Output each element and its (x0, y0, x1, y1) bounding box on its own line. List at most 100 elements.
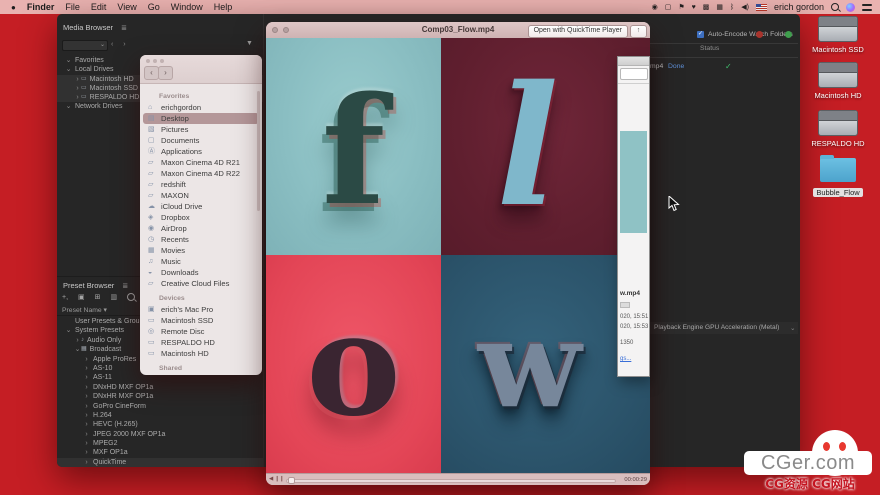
sidebar-item[interactable]: ☁ iCloud Drive (140, 201, 262, 212)
sidebar-item[interactable]: ▱ Creative Cloud Files (140, 278, 262, 289)
chevron-icon[interactable]: › (83, 383, 90, 392)
video-preview[interactable]: f l o w (266, 38, 650, 474)
sidebar-item[interactable]: Devices (140, 293, 262, 304)
sidebar-item[interactable]: ▦ Movies (140, 245, 262, 256)
sidebar-item[interactable]: ◎ Remote Disc (140, 326, 262, 337)
sidebar-item[interactable]: Favorites (140, 91, 262, 102)
sidebar-item[interactable]: ▱ Maxon Cinema 4D R21 (140, 157, 262, 168)
info-field[interactable] (620, 68, 648, 80)
rewind-icon[interactable]: ◀ ❙❙ (269, 476, 284, 482)
nav-arrows[interactable]: ‹ › (111, 41, 130, 48)
share-icon[interactable]: ↑ (630, 25, 647, 38)
preset-row[interactable]: › JPEG 2000 MXF OP1a (57, 430, 263, 439)
preset-apply-icon[interactable]: ⊞ (95, 293, 101, 301)
info-link[interactable]: gs... (620, 356, 631, 362)
preset-name-column-header[interactable]: Preset Name ▾ (62, 306, 107, 314)
sidebar-item[interactable]: ▱ redshift (140, 179, 262, 190)
siri-icon[interactable] (846, 3, 855, 12)
sidebar-item[interactable]: ▭ Macintosh HD (140, 348, 262, 359)
chevron-icon[interactable]: ⌄ (65, 102, 72, 111)
chevron-down-icon[interactable]: ⌄ (790, 324, 796, 332)
chevron-icon[interactable]: › (83, 364, 90, 373)
chevron-icon[interactable]: › (83, 430, 90, 439)
desktop-icon-macintosh-hd[interactable]: Macintosh HD (806, 62, 870, 100)
preset-settings-icon[interactable]: ▥ (111, 293, 118, 301)
sidebar-item[interactable]: ▥ home (140, 374, 262, 375)
sidebar-item[interactable]: ⌂ erichgordon (140, 102, 262, 113)
queue-file-name[interactable]: mp4 (650, 63, 663, 70)
desktop-icon-macintosh-ssd[interactable]: Macintosh SSD (806, 16, 870, 54)
auto-encode-checkbox[interactable]: ✓ (697, 31, 704, 38)
control-center-icon[interactable] (862, 4, 872, 11)
sidebar-item[interactable]: ▣ erich's Mac Pro (140, 304, 262, 315)
chevron-icon[interactable]: ⌄ (74, 345, 81, 354)
chevron-icon[interactable]: › (83, 373, 90, 382)
menu-item-edit[interactable]: Edit (91, 2, 107, 12)
back-button[interactable]: ‹ (144, 66, 159, 80)
preset-row[interactable]: › H.264 (57, 411, 263, 420)
desktop-icon-respaldo-hd[interactable]: RESPALDO HD (806, 110, 870, 148)
chevron-icon[interactable]: ⌄ (65, 56, 72, 65)
chevron-icon[interactable]: › (83, 448, 90, 457)
preset-row[interactable]: › GoPro CineForm (57, 402, 263, 411)
bluetooth-icon[interactable]: ᛒ (730, 4, 734, 11)
preset-row[interactable]: › QuickTime (57, 458, 263, 467)
sidebar-item[interactable]: Shared (140, 363, 262, 374)
chevron-icon[interactable]: › (83, 392, 90, 401)
chevron-icon[interactable]: › (83, 420, 90, 429)
menu-item-finder[interactable]: Finder (27, 2, 55, 12)
spotlight-search-icon[interactable] (831, 3, 839, 11)
chevron-icon[interactable]: › (74, 84, 81, 93)
panel-menu-icon[interactable]: ≣ (121, 25, 127, 32)
chevron-icon[interactable]: › (83, 439, 90, 448)
menu-user-name[interactable]: erich gordon (774, 2, 824, 12)
menu-item-view[interactable]: View (117, 2, 136, 12)
chevron-icon[interactable]: ⌄ (65, 65, 72, 74)
status-icon[interactable]: ▦ (716, 3, 723, 11)
menu-item-file[interactable]: File (65, 2, 80, 12)
chevron-icon[interactable]: › (83, 402, 90, 411)
sidebar-item[interactable]: ♫ Music (140, 256, 262, 267)
chevron-icon[interactable]: › (74, 93, 81, 102)
sidebar-item[interactable]: ◷ Recents (140, 234, 262, 245)
status-icon[interactable]: ◉ (652, 3, 658, 11)
apple-menu-icon[interactable]: ● (11, 3, 16, 12)
panel-menu-icon[interactable]: ≣ (122, 283, 128, 290)
input-language-flag-icon[interactable] (756, 4, 767, 11)
sidebar-item[interactable]: ▭ Macintosh SSD (140, 315, 262, 326)
preset-row[interactable]: › DNxHR MXF OP1a (57, 392, 263, 401)
volume-icon[interactable]: ◀) (741, 3, 749, 11)
status-icon[interactable]: ▢ (665, 3, 672, 11)
open-with-quicktime-button[interactable]: Open with QuickTime Player (528, 25, 628, 38)
chevron-icon[interactable]: › (74, 336, 81, 345)
sidebar-item[interactable]: ◒ Downloads (140, 267, 262, 278)
menu-item-window[interactable]: Window (171, 2, 203, 12)
status-icon[interactable]: ♥ (692, 4, 696, 11)
chevron-icon[interactable]: › (83, 458, 90, 467)
preset-row[interactable]: › MPEG2 (57, 439, 263, 448)
chevron-icon[interactable]: › (83, 355, 90, 364)
sidebar-item[interactable]: ▢ Documents (140, 135, 262, 146)
sidebar-item[interactable]: ◈ Dropbox (140, 212, 262, 223)
sidebar-item[interactable]: ▭ RESPALDO HD (140, 337, 262, 348)
scrollbar[interactable] (257, 91, 260, 211)
media-browser-dropdown[interactable] (62, 40, 108, 51)
scrubber-track[interactable] (286, 479, 616, 484)
sidebar-item[interactable]: ▧ Pictures (140, 124, 262, 135)
stop-queue-button[interactable] (756, 31, 763, 38)
window-controls[interactable] (146, 59, 164, 63)
chevron-icon[interactable]: › (83, 411, 90, 420)
filter-icon[interactable]: ▼ (246, 40, 253, 47)
sidebar-item[interactable]: Ⓐ Applications (140, 146, 262, 157)
preset-row[interactable]: › DNxHD MXF OP1a (57, 383, 263, 392)
sidebar-item[interactable]: ◉ AirDrop (140, 223, 262, 234)
sidebar-item[interactable]: ▱ Maxon Cinema 4D R22 (140, 168, 262, 179)
start-queue-button[interactable] (785, 31, 792, 38)
sidebar-item[interactable]: ▱ MAXON (140, 190, 262, 201)
desktop-icon-bubble-flow[interactable]: Bubble_Flow (806, 158, 870, 200)
preset-row[interactable]: › HEVC (H.265) (57, 420, 263, 429)
menu-item-help[interactable]: Help (214, 2, 233, 12)
preset-row[interactable]: › MXF OP1a (57, 448, 263, 457)
preset-group-icon[interactable]: ▣ (78, 293, 85, 301)
status-icon[interactable]: ▩ (703, 3, 710, 11)
